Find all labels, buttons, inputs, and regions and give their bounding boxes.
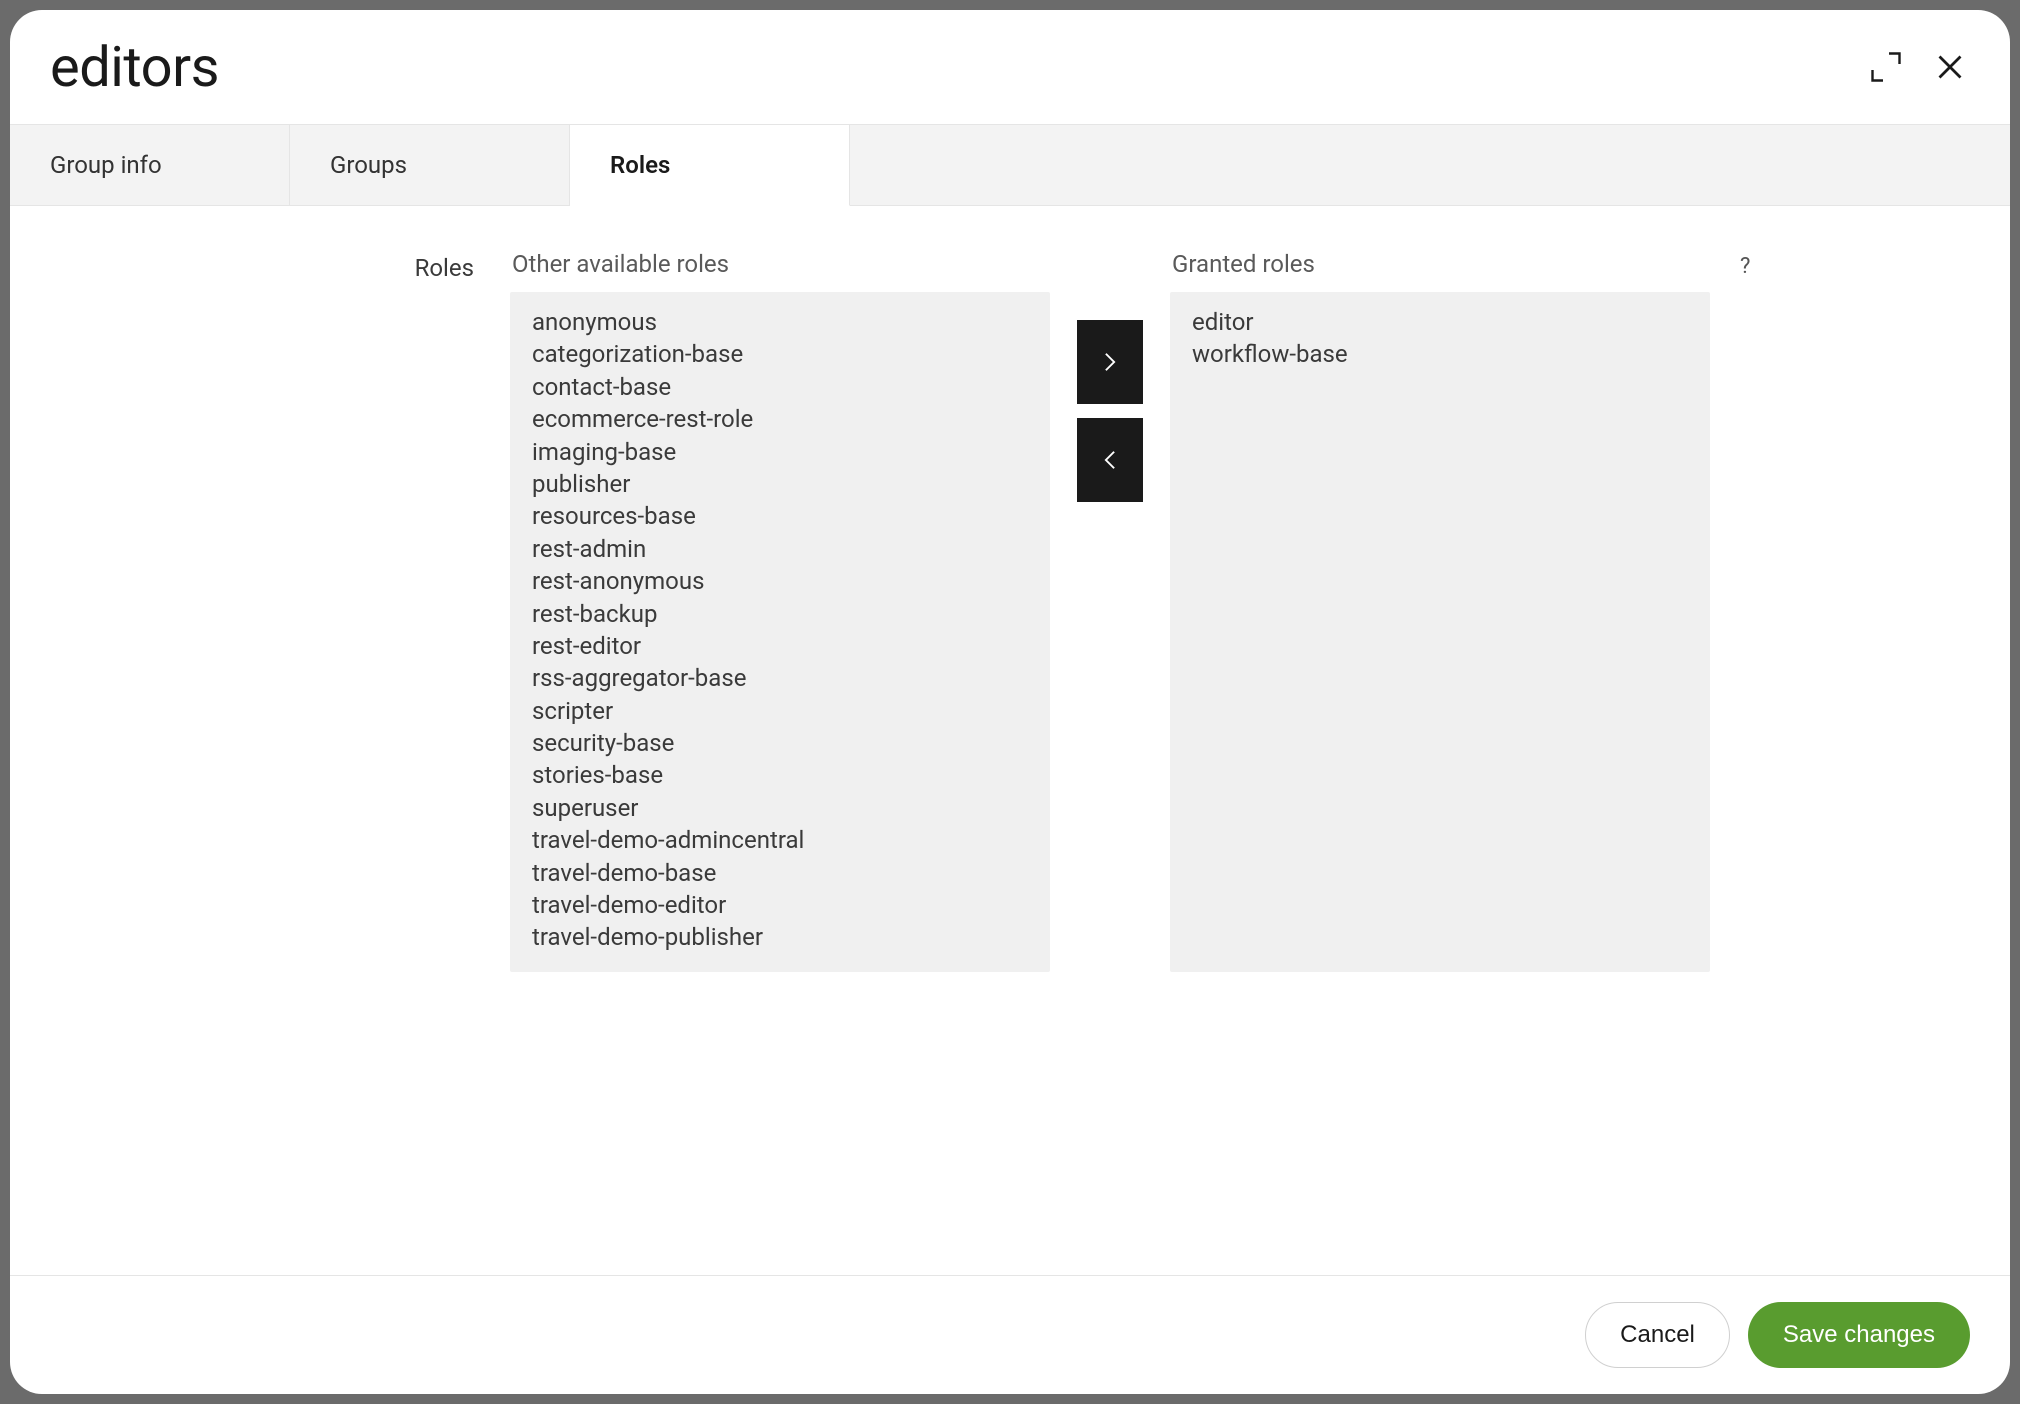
list-item[interactable]: imaging-base (532, 436, 1028, 468)
remove-role-button[interactable] (1077, 418, 1143, 502)
list-item[interactable]: security-base (532, 727, 1028, 759)
list-item[interactable]: scripter (532, 695, 1028, 727)
tab-groups[interactable]: Groups (290, 125, 570, 205)
list-item[interactable]: rest-backup (532, 598, 1028, 630)
roles-layout: Roles Other available roles anonymouscat… (160, 250, 1860, 972)
chevron-right-icon (1103, 351, 1117, 373)
list-item[interactable]: rest-admin (532, 533, 1028, 565)
granted-roles-header: Granted roles (1170, 250, 1710, 292)
list-item[interactable]: travel-demo-editor (532, 889, 1028, 921)
chevron-left-icon (1103, 449, 1117, 471)
list-item[interactable]: stories-base (532, 759, 1028, 791)
dialog-header: editors (10, 10, 2010, 124)
list-item[interactable]: travel-demo-base (532, 857, 1028, 889)
expand-icon[interactable] (1866, 47, 1906, 87)
list-item[interactable]: travel-demo-admincentral (532, 824, 1028, 856)
list-item[interactable]: publisher (532, 468, 1028, 500)
list-item[interactable]: contact-base (532, 371, 1028, 403)
available-column: Other available roles anonymouscategoriz… (510, 250, 1050, 972)
dialog-body: Roles Other available roles anonymouscat… (10, 206, 2010, 1275)
edit-group-dialog: editors Group info Groups (10, 10, 2010, 1394)
add-role-button[interactable] (1077, 320, 1143, 404)
dialog-backdrop: editors Group info Groups (0, 0, 2020, 1404)
list-item[interactable]: rest-anonymous (532, 565, 1028, 597)
help-icon[interactable]: ? (1740, 254, 1750, 279)
save-button[interactable]: Save changes (1748, 1302, 1970, 1368)
tab-roles[interactable]: Roles (570, 125, 850, 206)
list-item[interactable]: rss-aggregator-base (532, 662, 1028, 694)
list-item[interactable]: editor (1192, 306, 1688, 338)
list-item[interactable]: anonymous (532, 306, 1028, 338)
dialog-footer: Cancel Save changes (10, 1275, 2010, 1394)
close-icon[interactable] (1930, 47, 1970, 87)
available-roles-listbox[interactable]: anonymouscategorization-basecontact-base… (510, 292, 1050, 972)
list-item[interactable]: ecommerce-rest-role (532, 403, 1028, 435)
header-actions (1866, 47, 1970, 87)
list-item[interactable]: travel-demo-publisher (532, 921, 1028, 953)
granted-roles-listbox[interactable]: editorworkflow-base (1170, 292, 1710, 972)
dialog-title: editors (50, 34, 219, 100)
help-column: ? (1710, 250, 1770, 279)
list-item[interactable]: categorization-base (532, 338, 1028, 370)
tabs: Group info Groups Roles (10, 124, 2010, 206)
cancel-button[interactable]: Cancel (1585, 1302, 1730, 1368)
transfer-controls (1050, 250, 1170, 502)
available-roles-header: Other available roles (510, 250, 1050, 292)
list-item[interactable]: resources-base (532, 500, 1028, 532)
section-label-roles: Roles (160, 250, 510, 282)
granted-column: Granted roles editorworkflow-base (1170, 250, 1710, 972)
list-item[interactable]: workflow-base (1192, 338, 1688, 370)
tab-group-info[interactable]: Group info (10, 125, 290, 205)
list-item[interactable]: superuser (532, 792, 1028, 824)
list-item[interactable]: rest-editor (532, 630, 1028, 662)
